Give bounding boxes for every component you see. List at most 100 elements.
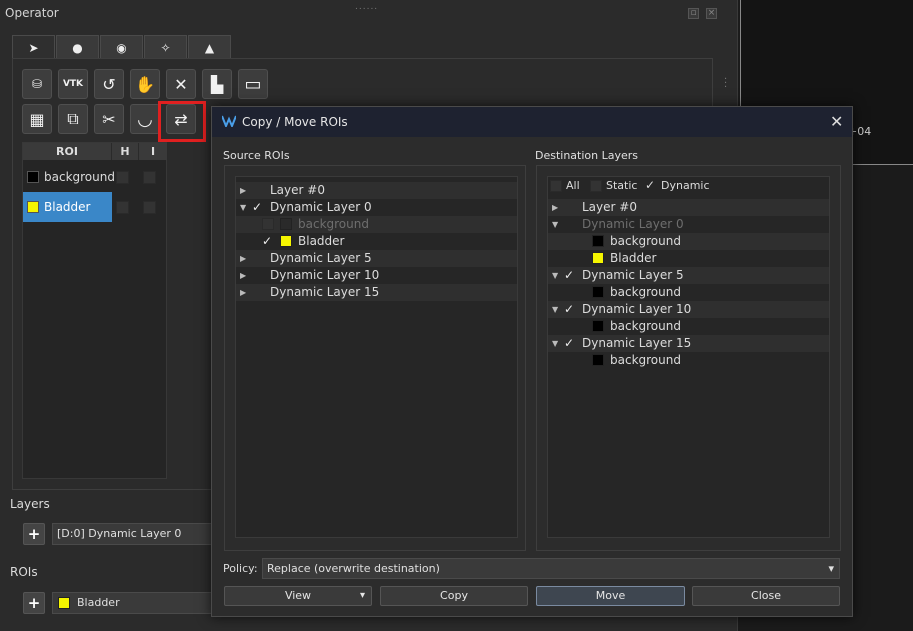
collapse-arrow-icon[interactable]: ▼ <box>240 199 246 216</box>
histogram-button[interactable]: ▙ <box>202 69 232 99</box>
item-checkbox[interactable] <box>262 218 274 230</box>
tree-item-roi[interactable]: background <box>548 284 829 301</box>
rectangle-icon: ▭ <box>244 73 262 95</box>
table-row[interactable]: Bladder <box>23 192 168 222</box>
policy-value: Replace (overwrite destination) <box>267 562 440 575</box>
expand-arrow-icon[interactable]: ▶ <box>240 267 246 284</box>
item-checkbox[interactable]: ✓ <box>252 199 262 216</box>
load-button[interactable]: ⛁ <box>22 69 52 99</box>
bowl-button[interactable]: ◡ <box>130 104 160 134</box>
graduation-cap-icon: ▲ <box>204 40 215 55</box>
hide-checkbox[interactable] <box>116 201 129 214</box>
expand-arrow-icon[interactable]: ▶ <box>240 250 246 267</box>
inspect-checkbox[interactable] <box>143 171 156 184</box>
vtk-button[interactable]: VTK <box>58 69 88 99</box>
chevron-down-icon: ▾ <box>359 590 365 601</box>
roi-select-value: Bladder <box>77 596 120 609</box>
tree-item-layer[interactable]: ▶ Dynamic Layer 5 <box>236 250 517 267</box>
collapse-arrow-icon[interactable]: ▼ <box>552 335 558 352</box>
column-header-i[interactable]: I <box>139 143 168 160</box>
tree-item-roi[interactable]: background <box>236 216 517 233</box>
close-panel-button[interactable]: × <box>706 8 717 19</box>
tree-item-roi[interactable]: background <box>548 318 829 335</box>
clear-button[interactable]: ✕ <box>166 69 196 99</box>
expand-arrow-icon[interactable]: ▶ <box>240 182 246 199</box>
collapse-arrow-icon[interactable]: ▼ <box>552 216 558 233</box>
pan-button[interactable]: ✋ <box>130 69 160 99</box>
filter-static-checkbox[interactable] <box>590 180 602 192</box>
tab-pointer[interactable]: ➤ <box>12 35 55 59</box>
roi-select[interactable]: Bladder <box>52 592 212 614</box>
tree-item-roi[interactable]: Bladder <box>548 250 829 267</box>
add-layer-button[interactable]: + <box>23 523 45 545</box>
table-row[interactable]: background <box>23 162 168 192</box>
tree-item-label: background <box>298 217 369 231</box>
splitter-handle[interactable]: · · · <box>724 75 727 93</box>
tree-item-layer[interactable]: ▼ ✓ Dynamic Layer 5 <box>548 267 829 284</box>
view-button[interactable]: View ▾ <box>224 586 372 606</box>
roi-color-swatch <box>280 235 292 247</box>
close-button[interactable]: Close <box>692 586 840 606</box>
expand-arrow-icon[interactable]: ▶ <box>240 284 246 301</box>
tree-item-label: Dynamic Layer 5 <box>582 268 684 282</box>
filter-all-checkbox[interactable] <box>550 180 562 192</box>
hand-icon: ✋ <box>135 74 155 94</box>
tree-item-label: Layer #0 <box>270 183 325 197</box>
filter-static-label: Static <box>606 179 638 192</box>
float-panel-button[interactable]: ▫ <box>688 8 699 19</box>
tab-eye[interactable]: ◉ <box>100 35 143 59</box>
collapse-arrow-icon[interactable]: ▼ <box>552 267 558 284</box>
filter-dynamic-checkbox[interactable]: ✓ <box>645 178 655 192</box>
add-roi-button[interactable]: + <box>23 592 45 614</box>
collapse-arrow-icon[interactable]: ▼ <box>552 301 558 318</box>
tree-item-label: background <box>610 285 681 299</box>
item-checkbox[interactable]: ✓ <box>564 335 574 352</box>
tree-item-layer[interactable]: ▼ ✓ Dynamic Layer 10 <box>548 301 829 318</box>
tree-item-label: Bladder <box>610 251 657 265</box>
tree-item-roi[interactable]: background <box>548 233 829 250</box>
tree-item-roi[interactable]: background <box>548 352 829 369</box>
tab-circle[interactable]: ● <box>56 35 99 59</box>
tree-item-layer[interactable]: ▼ Dynamic Layer 0 <box>548 216 829 233</box>
dialog-titlebar[interactable]: Copy / Move ROIs ✕ <box>212 107 852 137</box>
rectangle-button[interactable]: ▭ <box>238 69 268 99</box>
tab-wand[interactable]: ✧ <box>144 35 187 59</box>
circle-icon: ● <box>72 40 83 55</box>
tab-learn[interactable]: ▲ <box>188 35 231 59</box>
column-header-h[interactable]: H <box>112 143 139 160</box>
tree-item-layer[interactable]: ▶ Dynamic Layer 15 <box>236 284 517 301</box>
move-button[interactable]: Move <box>536 586 685 606</box>
layer-select[interactable]: [D:0] Dynamic Layer 0 <box>52 523 212 545</box>
cut-button[interactable]: ✂ <box>94 104 124 134</box>
column-header-roi[interactable]: ROI <box>23 143 112 160</box>
hide-checkbox[interactable] <box>116 171 129 184</box>
pointer-icon: ➤ <box>28 40 39 55</box>
eye-icon: ◉ <box>116 40 127 55</box>
expand-arrow-icon[interactable]: ▶ <box>552 199 558 216</box>
tree-item-layer[interactable]: ▶ Dynamic Layer 10 <box>236 267 517 284</box>
tree-item-roi[interactable]: ✓ Bladder <box>236 233 517 250</box>
roi-name: Bladder <box>44 200 91 214</box>
copy-button[interactable]: Copy <box>380 586 528 606</box>
drag-grip[interactable]: ...... <box>355 2 378 12</box>
item-checkbox[interactable]: ✓ <box>564 267 574 284</box>
tree-item-layer[interactable]: ▶ Layer #0 <box>548 199 829 216</box>
reset-button[interactable]: ↺ <box>94 69 124 99</box>
tree-item-layer[interactable]: ▼ ✓ Dynamic Layer 0 <box>236 199 517 216</box>
app-logo-icon <box>222 115 236 127</box>
inspect-checkbox[interactable] <box>143 201 156 214</box>
roi-table: ROI H I background Bladder <box>22 142 168 479</box>
item-checkbox[interactable]: ✓ <box>262 233 272 250</box>
table-button[interactable]: ▦ <box>22 104 52 134</box>
layers-button[interactable]: ⧉ <box>58 104 88 134</box>
item-checkbox[interactable]: ✓ <box>564 301 574 318</box>
tree-item-layer[interactable]: ▼ ✓ Dynamic Layer 15 <box>548 335 829 352</box>
policy-select[interactable]: Replace (overwrite destination) ▾ <box>262 558 840 579</box>
tree-item-label: Bladder <box>298 234 345 248</box>
plus-icon: + <box>27 594 41 612</box>
tree-item-layer[interactable]: ▶ Layer #0 <box>236 182 517 199</box>
filter-all-label: All <box>566 179 580 192</box>
roi-color-swatch <box>592 235 604 247</box>
close-icon[interactable]: ✕ <box>830 112 843 131</box>
tree-item-label: background <box>610 319 681 333</box>
